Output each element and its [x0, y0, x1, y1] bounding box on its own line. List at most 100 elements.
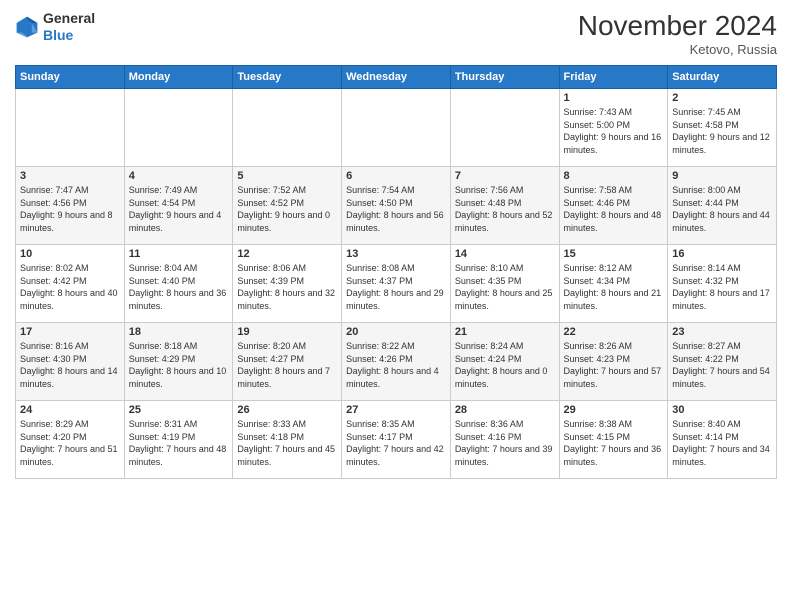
- calendar-cell: 24 Sunrise: 8:29 AM Sunset: 4:20 PM Dayli…: [16, 401, 125, 479]
- day-info: Sunrise: 7:56 AM Sunset: 4:48 PM Dayligh…: [455, 184, 555, 234]
- week-row-1: 1Sunrise: 7:43 AM Sunset: 5:00 PM Daylig…: [16, 89, 777, 167]
- day-info: Sunrise: 7:49 AM Sunset: 4:54 PM Dayligh…: [129, 184, 229, 234]
- day-info: Sunrise: 8:35 AM Sunset: 4:17 PM Dayligh…: [346, 418, 446, 468]
- day-number: 11: [129, 248, 229, 260]
- day-info: Sunrise: 8:14 AM Sunset: 4:32 PM Dayligh…: [672, 262, 772, 312]
- day-info: Sunrise: 8:04 AM Sunset: 4:40 PM Dayligh…: [129, 262, 229, 312]
- logo-general: General: [43, 10, 95, 27]
- day-info: Sunrise: 8:20 AM Sunset: 4:27 PM Dayligh…: [237, 340, 337, 390]
- day-info: Sunrise: 8:24 AM Sunset: 4:24 PM Dayligh…: [455, 340, 555, 390]
- calendar-cell: 14Sunrise: 8:10 AM Sunset: 4:35 PM Dayli…: [450, 245, 559, 323]
- calendar-cell: 9 Sunrise: 8:00 AM Sunset: 4:44 PM Daylig…: [668, 167, 777, 245]
- day-info: Sunrise: 8:06 AM Sunset: 4:39 PM Dayligh…: [237, 262, 337, 312]
- day-number: 17: [20, 326, 120, 338]
- day-info: Sunrise: 8:08 AM Sunset: 4:37 PM Dayligh…: [346, 262, 446, 312]
- logo-icon: [15, 15, 39, 39]
- day-number: 24: [20, 404, 120, 416]
- day-number: 16: [672, 248, 772, 260]
- week-row-4: 17 Sunrise: 8:16 AM Sunset: 4:30 PM Dayli…: [16, 323, 777, 401]
- day-info: Sunrise: 8:16 AM Sunset: 4:30 PM Dayligh…: [20, 340, 120, 390]
- day-number: 15: [564, 248, 664, 260]
- header-thursday: Thursday: [450, 66, 559, 89]
- month-title: November 2024: [578, 10, 777, 42]
- day-number: 3: [20, 170, 120, 182]
- day-number: 27: [346, 404, 446, 416]
- calendar-cell: 10Sunrise: 8:02 AM Sunset: 4:42 PM Dayli…: [16, 245, 125, 323]
- day-info: Sunrise: 8:29 AM Sunset: 4:20 PM Dayligh…: [20, 418, 120, 468]
- location: Ketovo, Russia: [578, 42, 777, 57]
- calendar-cell: 21 Sunrise: 8:24 AM Sunset: 4:24 PM Dayli…: [450, 323, 559, 401]
- day-info: Sunrise: 8:27 AM Sunset: 4:22 PM Dayligh…: [672, 340, 772, 390]
- header-saturday: Saturday: [668, 66, 777, 89]
- week-row-5: 24 Sunrise: 8:29 AM Sunset: 4:20 PM Dayli…: [16, 401, 777, 479]
- calendar-cell: 17 Sunrise: 8:16 AM Sunset: 4:30 PM Dayli…: [16, 323, 125, 401]
- week-row-3: 10Sunrise: 8:02 AM Sunset: 4:42 PM Dayli…: [16, 245, 777, 323]
- calendar-cell: 18 Sunrise: 8:18 AM Sunset: 4:29 PM Dayli…: [124, 323, 233, 401]
- calendar-cell: 28 Sunrise: 8:36 AM Sunset: 4:16 PM Dayli…: [450, 401, 559, 479]
- day-info: Sunrise: 7:45 AM Sunset: 4:58 PM Dayligh…: [672, 106, 772, 156]
- calendar-cell: 20 Sunrise: 8:22 AM Sunset: 4:26 PM Dayli…: [342, 323, 451, 401]
- day-number: 9: [672, 170, 772, 182]
- calendar-cell: 22Sunrise: 8:26 AM Sunset: 4:23 PM Dayli…: [559, 323, 668, 401]
- day-number: 1: [564, 92, 664, 104]
- week-row-2: 3 Sunrise: 7:47 AM Sunset: 4:56 PM Daylig…: [16, 167, 777, 245]
- calendar-cell: 29Sunrise: 8:38 AM Sunset: 4:15 PM Dayli…: [559, 401, 668, 479]
- header-sunday: Sunday: [16, 66, 125, 89]
- header-friday: Friday: [559, 66, 668, 89]
- day-number: 20: [346, 326, 446, 338]
- header: General Blue November 2024 Ketovo, Russi…: [15, 10, 777, 57]
- day-info: Sunrise: 7:47 AM Sunset: 4:56 PM Dayligh…: [20, 184, 120, 234]
- day-number: 2: [672, 92, 772, 104]
- calendar-cell: 3 Sunrise: 7:47 AM Sunset: 4:56 PM Daylig…: [16, 167, 125, 245]
- day-number: 28: [455, 404, 555, 416]
- day-number: 25: [129, 404, 229, 416]
- day-info: Sunrise: 8:36 AM Sunset: 4:16 PM Dayligh…: [455, 418, 555, 468]
- logo: General Blue: [15, 10, 95, 44]
- weekday-header-row: Sunday Monday Tuesday Wednesday Thursday…: [16, 66, 777, 89]
- calendar-cell: 23 Sunrise: 8:27 AM Sunset: 4:22 PM Dayli…: [668, 323, 777, 401]
- calendar-cell: 1Sunrise: 7:43 AM Sunset: 5:00 PM Daylig…: [559, 89, 668, 167]
- calendar-cell: 26 Sunrise: 8:33 AM Sunset: 4:18 PM Dayli…: [233, 401, 342, 479]
- header-tuesday: Tuesday: [233, 66, 342, 89]
- day-number: 13: [346, 248, 446, 260]
- logo-text: General Blue: [43, 10, 95, 44]
- day-info: Sunrise: 7:58 AM Sunset: 4:46 PM Dayligh…: [564, 184, 664, 234]
- calendar-cell: 25 Sunrise: 8:31 AM Sunset: 4:19 PM Dayli…: [124, 401, 233, 479]
- day-number: 18: [129, 326, 229, 338]
- day-number: 4: [129, 170, 229, 182]
- day-number: 23: [672, 326, 772, 338]
- day-number: 14: [455, 248, 555, 260]
- day-number: 21: [455, 326, 555, 338]
- calendar-cell: [16, 89, 125, 167]
- day-number: 19: [237, 326, 337, 338]
- day-info: Sunrise: 8:18 AM Sunset: 4:29 PM Dayligh…: [129, 340, 229, 390]
- logo-blue: Blue: [43, 27, 95, 44]
- calendar-cell: 16 Sunrise: 8:14 AM Sunset: 4:32 PM Dayli…: [668, 245, 777, 323]
- day-info: Sunrise: 7:54 AM Sunset: 4:50 PM Dayligh…: [346, 184, 446, 234]
- calendar: Sunday Monday Tuesday Wednesday Thursday…: [15, 65, 777, 479]
- day-info: Sunrise: 8:12 AM Sunset: 4:34 PM Dayligh…: [564, 262, 664, 312]
- calendar-cell: [124, 89, 233, 167]
- day-info: Sunrise: 8:38 AM Sunset: 4:15 PM Dayligh…: [564, 418, 664, 468]
- day-number: 6: [346, 170, 446, 182]
- calendar-cell: 19 Sunrise: 8:20 AM Sunset: 4:27 PM Dayli…: [233, 323, 342, 401]
- day-info: Sunrise: 8:22 AM Sunset: 4:26 PM Dayligh…: [346, 340, 446, 390]
- day-info: Sunrise: 8:00 AM Sunset: 4:44 PM Dayligh…: [672, 184, 772, 234]
- day-number: 26: [237, 404, 337, 416]
- day-info: Sunrise: 8:31 AM Sunset: 4:19 PM Dayligh…: [129, 418, 229, 468]
- calendar-cell: [450, 89, 559, 167]
- calendar-cell: 12Sunrise: 8:06 AM Sunset: 4:39 PM Dayli…: [233, 245, 342, 323]
- header-monday: Monday: [124, 66, 233, 89]
- calendar-cell: [233, 89, 342, 167]
- calendar-cell: 30Sunrise: 8:40 AM Sunset: 4:14 PM Dayli…: [668, 401, 777, 479]
- day-info: Sunrise: 8:26 AM Sunset: 4:23 PM Dayligh…: [564, 340, 664, 390]
- calendar-cell: 2 Sunrise: 7:45 AM Sunset: 4:58 PM Daylig…: [668, 89, 777, 167]
- calendar-cell: 6 Sunrise: 7:54 AM Sunset: 4:50 PM Daylig…: [342, 167, 451, 245]
- day-info: Sunrise: 7:52 AM Sunset: 4:52 PM Dayligh…: [237, 184, 337, 234]
- title-block: November 2024 Ketovo, Russia: [578, 10, 777, 57]
- calendar-cell: 11 Sunrise: 8:04 AM Sunset: 4:40 PM Dayli…: [124, 245, 233, 323]
- day-info: Sunrise: 8:33 AM Sunset: 4:18 PM Dayligh…: [237, 418, 337, 468]
- day-info: Sunrise: 8:02 AM Sunset: 4:42 PM Dayligh…: [20, 262, 120, 312]
- day-number: 30: [672, 404, 772, 416]
- page: General Blue November 2024 Ketovo, Russi…: [0, 0, 792, 612]
